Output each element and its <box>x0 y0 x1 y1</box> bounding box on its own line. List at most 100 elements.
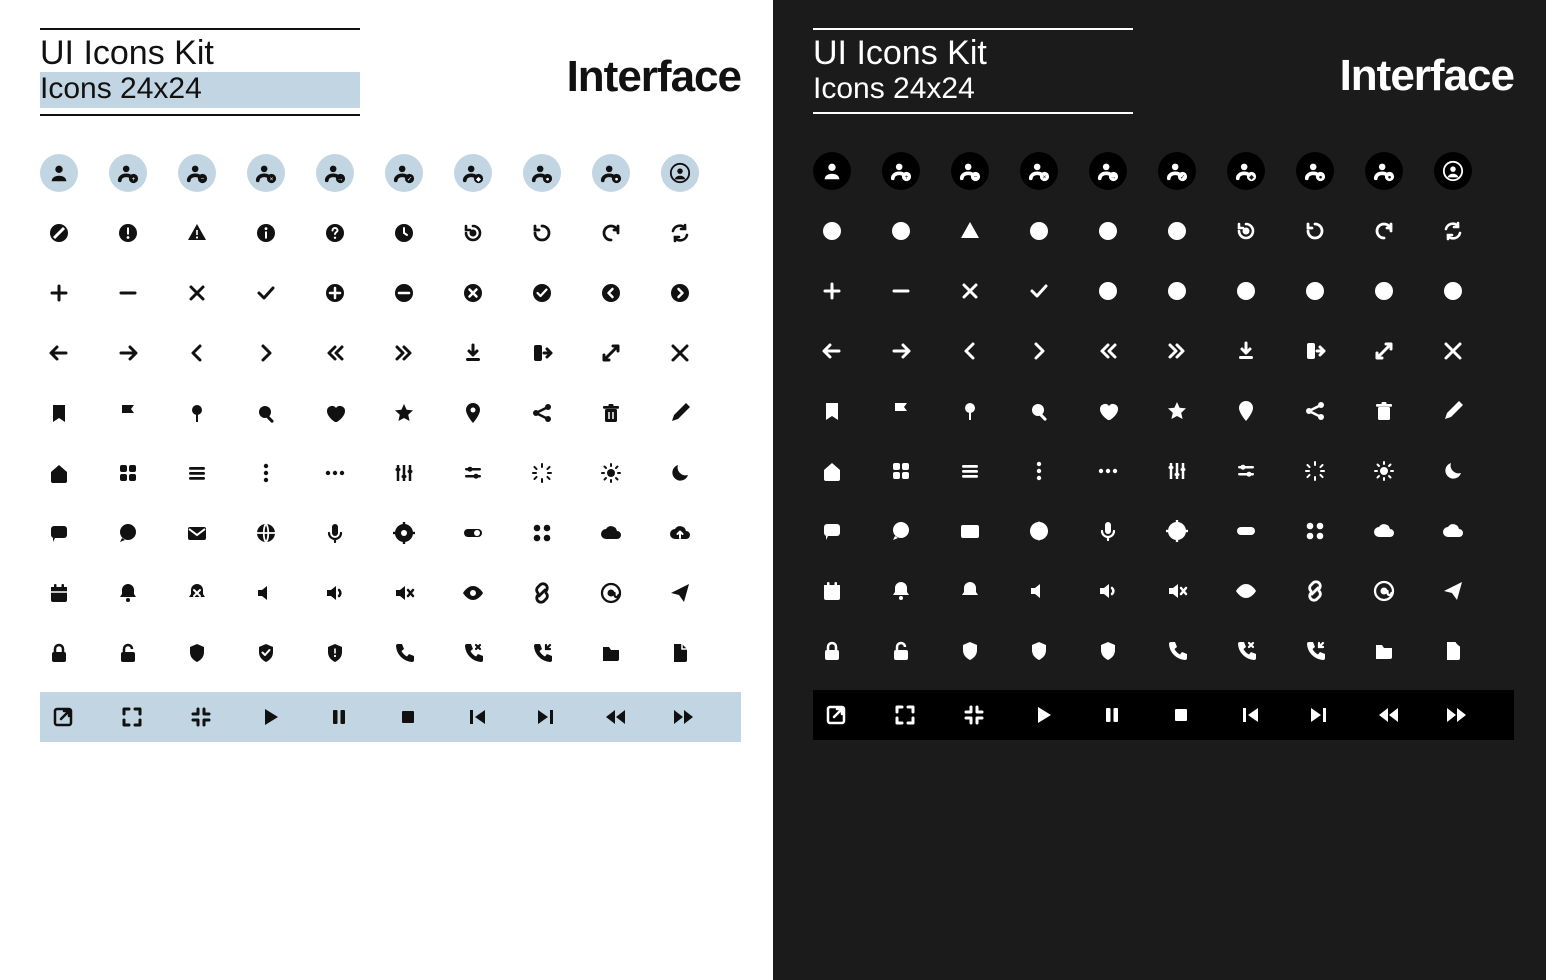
edit-icon <box>1434 392 1472 430</box>
send-icon <box>661 574 699 612</box>
rotate-ccw-icon <box>1296 212 1334 250</box>
user-arrow-icon: → <box>1089 152 1127 190</box>
svg-text:+: + <box>132 175 136 182</box>
folder-icon <box>1365 632 1403 670</box>
user-lock-icon: ● <box>1296 152 1334 190</box>
external-icon <box>44 698 82 736</box>
refresh-icon <box>1434 212 1472 250</box>
minus-circle-icon <box>1158 272 1196 310</box>
at-icon <box>1365 572 1403 610</box>
shrink-icon <box>661 334 699 372</box>
svg-text:●: ● <box>546 175 550 182</box>
alert-triangle-icon <box>951 212 989 250</box>
svg-text:×: × <box>270 175 274 182</box>
pause-icon <box>320 698 358 736</box>
svg-text:→: → <box>337 175 343 182</box>
heart-icon <box>1089 392 1127 430</box>
rule <box>813 28 1133 30</box>
chevron-right-circle-icon <box>1434 272 1472 310</box>
mic-icon <box>316 514 354 552</box>
rotate-cw-icon <box>1365 212 1403 250</box>
volume-icon <box>316 574 354 612</box>
cloud-upload-icon <box>661 514 699 552</box>
icon-row-9 <box>813 690 1514 740</box>
location-icon <box>454 394 492 432</box>
chevron-left-circle-icon <box>1365 272 1403 310</box>
rotate-cw-icon <box>592 214 630 252</box>
arrow-right-icon <box>109 334 147 372</box>
shield-check-icon <box>247 634 285 672</box>
skip-forward-icon <box>527 698 565 736</box>
header: UI Icons Kit Icons 24x24 Interface <box>40 28 741 126</box>
chevron-right-icon <box>1020 332 1058 370</box>
heart-icon <box>316 394 354 432</box>
download-icon <box>1227 332 1265 370</box>
search-icon <box>1020 392 1058 430</box>
phone-icon <box>385 634 423 672</box>
search-icon <box>247 394 285 432</box>
kit-title: UI Icons Kit <box>40 36 360 72</box>
phone-x-icon <box>454 634 492 672</box>
share-icon <box>1296 392 1334 430</box>
trash-icon <box>1365 392 1403 430</box>
clock-icon <box>1158 212 1196 250</box>
phone-icon <box>1158 632 1196 670</box>
eye-icon <box>454 574 492 612</box>
icon-row-7 <box>40 574 741 612</box>
fast-forward-icon <box>665 698 703 736</box>
mail-icon <box>178 514 216 552</box>
moon-icon <box>1434 452 1472 490</box>
flag-icon <box>882 392 920 430</box>
bell-off-icon <box>951 572 989 610</box>
user-icon <box>40 154 78 192</box>
mic-icon <box>1089 512 1127 550</box>
svg-text:●: ● <box>1319 173 1323 180</box>
history-icon <box>454 214 492 252</box>
chat-icon <box>882 512 920 550</box>
x-icon <box>951 272 989 310</box>
minus-icon <box>882 272 920 310</box>
file-icon <box>1434 632 1472 670</box>
check-icon <box>247 274 285 312</box>
skip-back-icon <box>458 698 496 736</box>
file-icon <box>661 634 699 672</box>
rule <box>813 112 1133 114</box>
chevron-left-icon <box>951 332 989 370</box>
rule <box>40 114 360 116</box>
svg-text:−: − <box>974 173 978 180</box>
bookmark-icon <box>40 394 78 432</box>
history-icon <box>1227 212 1265 250</box>
pin-icon <box>178 394 216 432</box>
icon-row-6 <box>813 512 1514 550</box>
more-horizontal-icon <box>1089 452 1127 490</box>
external-icon <box>817 696 855 734</box>
user-circle-icon <box>661 154 699 192</box>
menu-icon <box>178 454 216 492</box>
home-icon <box>813 452 851 490</box>
x-circle-icon <box>1227 272 1265 310</box>
toggle-icon <box>454 514 492 552</box>
chevron-right-circle-icon <box>661 274 699 312</box>
svg-text:×: × <box>1043 173 1047 180</box>
shield-icon <box>178 634 216 672</box>
share-icon <box>523 394 561 432</box>
fast-forward-icon <box>1438 696 1476 734</box>
chat-icon <box>109 514 147 552</box>
chevrons-left-icon <box>316 334 354 372</box>
icon-row-3 <box>40 334 741 372</box>
expand-icon <box>1365 332 1403 370</box>
grid-icon <box>882 452 920 490</box>
shrink-icon <box>1434 332 1472 370</box>
logout-icon <box>523 334 561 372</box>
svg-text:✓: ✓ <box>1180 173 1185 180</box>
user-check-icon: ✓ <box>1158 152 1196 190</box>
arrow-left-icon <box>40 334 78 372</box>
exit-fullscreen-icon <box>955 696 993 734</box>
chevrons-right-icon <box>385 334 423 372</box>
minus-circle-icon <box>385 274 423 312</box>
user-add-icon: + <box>882 152 920 190</box>
shield-alert-icon <box>316 634 354 672</box>
grid-icon <box>109 454 147 492</box>
home-icon <box>40 454 78 492</box>
settings-icon <box>1158 512 1196 550</box>
